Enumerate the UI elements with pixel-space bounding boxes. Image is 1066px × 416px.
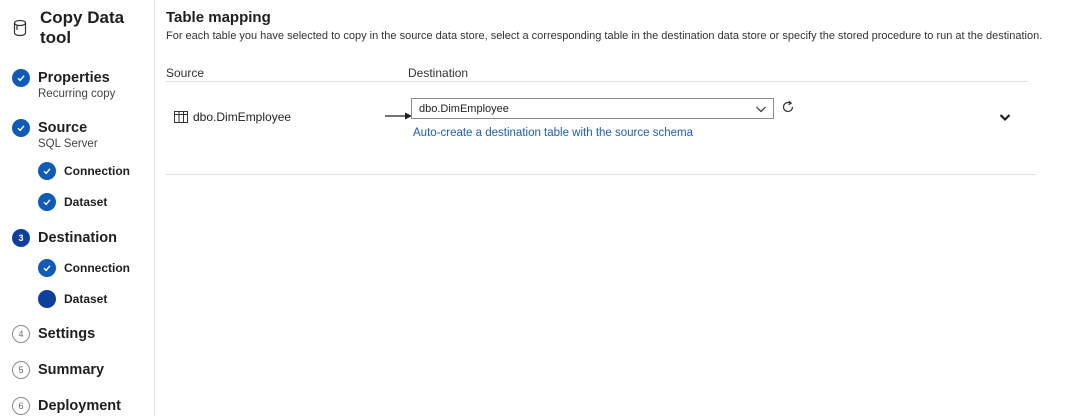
destination-table-value: dbo.DimEmployee	[419, 102, 509, 115]
table-icon	[174, 111, 188, 123]
step-label: Settings	[38, 326, 96, 342]
substep-source-connection[interactable]: Connection	[38, 162, 130, 180]
page-description: For each table you have selected to copy…	[166, 30, 1043, 42]
refresh-icon[interactable]	[780, 99, 796, 115]
check-icon	[38, 259, 56, 277]
chevron-down-icon[interactable]	[998, 110, 1012, 124]
step-number-badge: 6	[12, 397, 30, 415]
substep-label: Connection	[64, 261, 130, 275]
step-source[interactable]: Source SQL Server	[12, 119, 98, 151]
chevron-down-icon	[756, 106, 766, 113]
source-table: dbo.DimEmployee	[174, 110, 291, 124]
step-summary[interactable]: 5 Summary	[12, 361, 104, 379]
arrow-right-icon	[385, 112, 412, 120]
column-header-destination: Destination	[408, 66, 469, 80]
header-divider	[166, 81, 1028, 82]
page-title: Table mapping	[166, 9, 271, 26]
step-destination[interactable]: 3 Destination	[12, 229, 117, 247]
app-title: Copy Data tool	[40, 8, 125, 47]
step-deployment[interactable]: 6 Deployment	[12, 397, 121, 415]
step-number-badge: 3	[12, 229, 30, 247]
step-number-badge: 4	[12, 325, 30, 343]
step-settings[interactable]: 4 Settings	[12, 325, 95, 343]
substep-destination-connection[interactable]: Connection	[38, 259, 130, 277]
step-sublabel: Recurring copy	[38, 88, 116, 100]
step-sublabel: SQL Server	[38, 138, 98, 150]
substep-destination-dataset[interactable]: Dataset	[38, 290, 107, 308]
substep-label: Dataset	[64, 195, 108, 209]
step-label: Destination	[38, 230, 117, 246]
check-icon	[38, 162, 56, 180]
step-properties[interactable]: Properties Recurring copy	[12, 69, 115, 101]
auto-create-table-link[interactable]: Auto-create a destination table with the…	[413, 127, 693, 139]
check-icon	[12, 119, 30, 137]
active-step-dot	[38, 290, 56, 308]
source-table-name: dbo.DimEmployee	[193, 110, 292, 124]
step-label: Summary	[38, 362, 105, 378]
step-label: Source	[38, 120, 88, 136]
row-divider	[166, 174, 1036, 175]
wizard-sidebar: Copy Data tool Properties Recurring copy…	[0, 0, 155, 416]
check-icon	[38, 193, 56, 211]
substep-label: Dataset	[64, 292, 108, 306]
step-label: Deployment	[38, 398, 121, 414]
destination-table-select[interactable]: dbo.DimEmployee	[411, 98, 774, 119]
step-number-badge: 5	[12, 361, 30, 379]
substep-source-dataset[interactable]: Dataset	[38, 193, 107, 211]
check-icon	[12, 69, 30, 87]
copy-data-icon	[13, 19, 27, 37]
step-label: Properties	[38, 70, 110, 86]
column-header-source: Source	[166, 66, 205, 80]
app-header: Copy Data tool	[13, 8, 154, 48]
substep-label: Connection	[64, 164, 130, 178]
